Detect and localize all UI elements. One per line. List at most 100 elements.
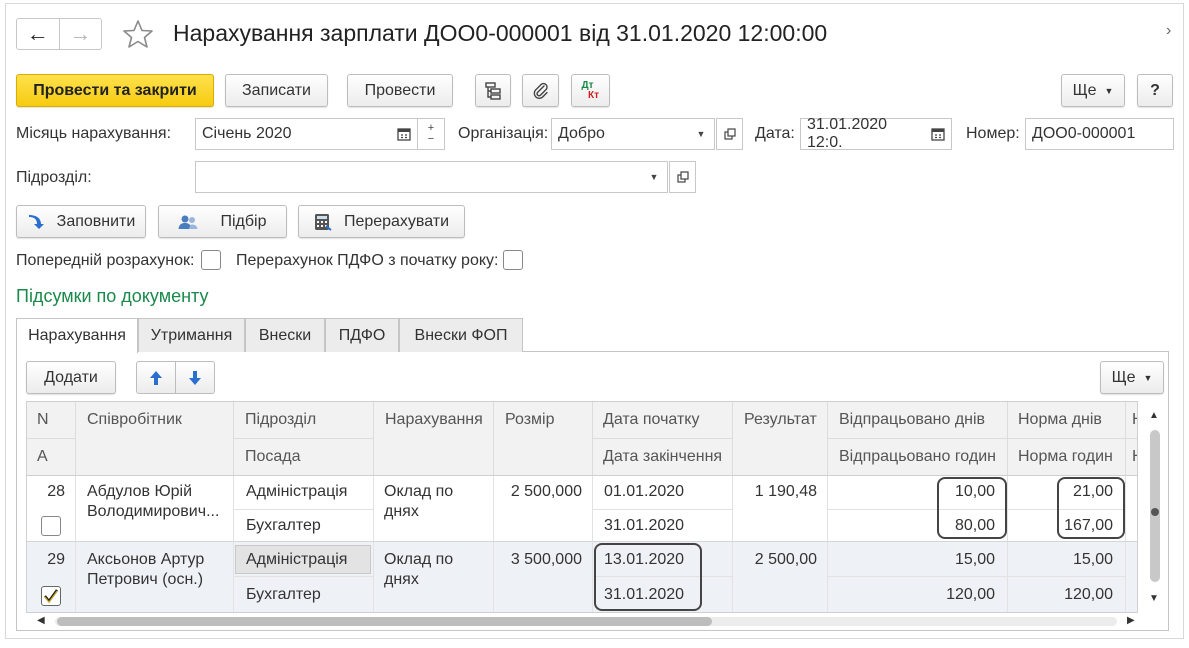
hierarchy-icon (485, 81, 501, 100)
col-position[interactable]: Посада (235, 438, 301, 475)
col-next-1[interactable]: Н (1127, 402, 1137, 438)
checkmark-icon (44, 589, 58, 603)
recalc-button[interactable]: Перерахувати (298, 205, 465, 238)
dt-kt-button[interactable]: Дт Кт (571, 74, 610, 107)
month-label: Місяць нарахування: (16, 125, 172, 142)
kt-label: Кт (587, 89, 599, 101)
scroll-thumb-horizontal[interactable] (57, 617, 712, 626)
tab-accruals[interactable]: Нарахування (16, 318, 138, 353)
scroll-down-arrow-icon[interactable]: ▼ (1149, 593, 1159, 604)
back-button[interactable]: ← (17, 19, 60, 49)
date-label: Дата: (755, 125, 795, 142)
attach-button[interactable] (522, 74, 559, 107)
employee-name-line2: Володимирович... (87, 503, 220, 520)
tab-deductions[interactable]: Утримання (138, 318, 245, 352)
dropdown-arrow-icon: ▼ (1143, 372, 1153, 383)
calculator-icon (314, 213, 332, 231)
more-label: Ще (1072, 81, 1097, 99)
fill-label: Заповнити (56, 212, 136, 230)
fill-button[interactable]: Заповнити (16, 205, 146, 238)
col-a[interactable]: A (27, 438, 48, 475)
arrow-up-icon (149, 370, 162, 385)
dropdown-arrow-icon[interactable]: ▼ (641, 161, 668, 193)
help-button[interactable]: ? (1137, 74, 1173, 107)
org-input[interactable]: Добро (551, 118, 689, 150)
employee-name-line1: Аксьонов Артур (87, 551, 205, 568)
amount-cell: 2 500,000 (510, 483, 582, 500)
month-spin-button[interactable]: + − (418, 118, 445, 150)
pdfo-checkbox[interactable] (503, 250, 523, 270)
row-checkbox-checked[interactable] (41, 586, 61, 606)
star-icon[interactable] (122, 18, 154, 50)
table-row[interactable]: 28 Абдулов Юрій Володимирович... Адмініс… (27, 476, 1137, 542)
post-button[interactable]: Провести (347, 74, 453, 107)
table-more-label: Ще (1111, 368, 1136, 386)
dt-label: Дт (581, 79, 594, 91)
col-worked-hours[interactable]: Відпрацьовано годин (829, 438, 996, 475)
structure-button[interactable] (475, 74, 511, 107)
totals-link[interactable]: Підсумки по документу (16, 286, 208, 307)
tab-fop-contributions[interactable]: Внески ФОП (399, 318, 523, 352)
table-more-button[interactable]: Ще ▼ (1100, 361, 1164, 394)
col-accrual[interactable]: Нарахування (375, 402, 483, 438)
calendar-icon[interactable] (925, 118, 952, 150)
chevron-right-icon[interactable]: › (1166, 22, 1171, 40)
save-button[interactable]: Записати (225, 74, 328, 107)
start-date-cell: 01.01.2020 (604, 483, 685, 500)
accrual-line1: Оклад по (384, 483, 454, 500)
col-amount[interactable]: Розмір (495, 402, 554, 438)
move-down-button[interactable] (176, 362, 215, 393)
tab-pdfo[interactable]: ПДФО (325, 318, 399, 352)
highlight-norm (1057, 477, 1125, 539)
org-label: Організація: (458, 125, 549, 142)
open-icon[interactable] (716, 118, 743, 150)
col-next-2[interactable]: Н (1127, 438, 1137, 475)
scroll-right-arrow-icon[interactable]: ▶ (1127, 615, 1135, 626)
fill-arrow-icon (28, 214, 44, 229)
month-input[interactable]: Січень 2020 (195, 118, 392, 150)
prelim-checkbox[interactable] (201, 250, 221, 270)
dept-label: Підрозділ: (16, 169, 92, 186)
scroll-thumb-vertical[interactable] (1150, 430, 1160, 582)
open-icon[interactable] (669, 161, 696, 193)
col-dept[interactable]: Підрозділ (235, 402, 316, 438)
select-button[interactable]: Підбір (158, 205, 287, 238)
row-number: 28 (47, 483, 65, 500)
calendar-icon[interactable] (391, 118, 418, 150)
worked-hours-cell: 120,00 (946, 586, 995, 603)
tab-contributions[interactable]: Внески (245, 318, 325, 352)
col-end-date[interactable]: Дата закінчення (593, 438, 722, 475)
result-cell: 1 190,48 (754, 483, 817, 500)
accrual-line2: днях (384, 503, 419, 520)
norm-hours-cell: 120,00 (1064, 586, 1113, 603)
date-input[interactable]: 31.01.2020 12:0. (800, 116, 926, 151)
employee-name-line1: Абдулов Юрій (87, 483, 193, 500)
post-and-close-button[interactable]: Провести та закрити (16, 74, 214, 107)
scroll-up-arrow-icon[interactable]: ▲ (1149, 410, 1159, 421)
accruals-table: N A Співробітник Підрозділ Посада Нараху… (26, 401, 1138, 613)
move-up-button[interactable] (137, 362, 176, 393)
users-icon (178, 215, 198, 229)
scroll-left-arrow-icon[interactable]: ◀ (37, 615, 45, 626)
col-employee[interactable]: Співробітник (77, 402, 182, 438)
more-button[interactable]: Ще ▼ (1061, 74, 1125, 107)
arrow-right-icon: → (69, 21, 92, 46)
col-norm-days[interactable]: Норма днів (1008, 402, 1102, 438)
col-n[interactable]: N (27, 402, 49, 438)
col-start-date[interactable]: Дата початку (593, 402, 699, 438)
dropdown-arrow-icon[interactable]: ▼ (688, 118, 715, 150)
col-result[interactable]: Результат (734, 402, 817, 438)
table-row[interactable]: 29 Аксьонов Артур Петрович (осн.) Адміні… (27, 542, 1137, 612)
highlight-dates (594, 543, 702, 611)
add-row-button[interactable]: Додати (26, 361, 116, 394)
forward-button[interactable]: → (60, 19, 102, 49)
arrow-down-icon (188, 370, 201, 385)
col-worked-days[interactable]: Відпрацьовано днів (829, 402, 985, 438)
scroll-position-dot (1151, 508, 1159, 516)
dept-input[interactable] (195, 161, 642, 193)
row-checkbox[interactable] (41, 516, 61, 536)
col-norm-hours[interactable]: Норма годин (1008, 438, 1113, 475)
worked-days-cell: 15,00 (954, 551, 995, 568)
number-label: Номер: (966, 125, 1020, 142)
number-input[interactable]: ДОО0-000001 (1025, 118, 1174, 150)
